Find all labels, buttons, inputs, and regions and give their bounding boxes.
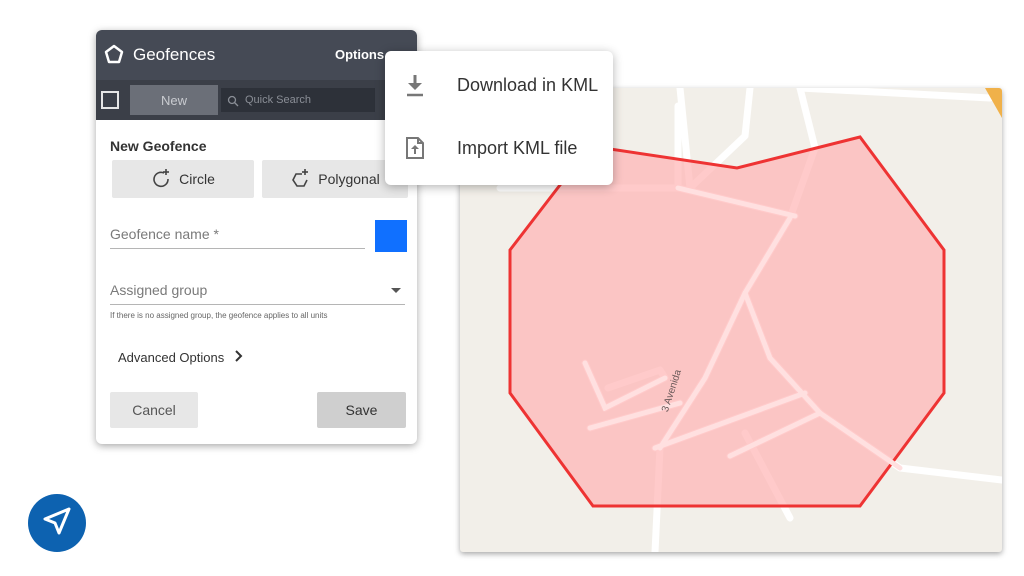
panel-header: Geofences Options bbox=[96, 30, 417, 80]
import-kml-label: Import KML file bbox=[457, 137, 578, 158]
options-menu: Download in KML Import KML file bbox=[385, 51, 613, 185]
select-all-checkbox[interactable] bbox=[101, 91, 119, 109]
circle-add-icon bbox=[151, 168, 179, 191]
assigned-group-select[interactable]: Assigned group bbox=[110, 282, 405, 305]
download-icon bbox=[403, 73, 427, 97]
color-picker[interactable] bbox=[375, 220, 407, 252]
navigation-arrow-icon bbox=[41, 505, 73, 542]
section-title: New Geofence bbox=[110, 138, 207, 154]
geofences-panel: Geofences Options New Quick Search New G… bbox=[96, 30, 417, 444]
group-hint: If there is no assigned group, the geofe… bbox=[110, 311, 328, 320]
pentagon-icon bbox=[104, 44, 124, 69]
circle-button[interactable]: Circle bbox=[112, 160, 254, 198]
file-upload-icon bbox=[403, 136, 427, 160]
map-marker-icon bbox=[985, 88, 1002, 118]
search-icon bbox=[227, 94, 239, 107]
navigation-badge bbox=[28, 494, 86, 552]
new-button[interactable]: New bbox=[130, 85, 218, 115]
advanced-options-toggle[interactable]: Advanced Options bbox=[118, 350, 244, 365]
panel-title: Geofences bbox=[133, 45, 216, 64]
polygonal-label: Polygonal bbox=[318, 171, 380, 187]
download-kml-label: Download in KML bbox=[457, 74, 599, 95]
geofence-name-field[interactable]: Geofence name * bbox=[110, 226, 365, 249]
search-input[interactable]: Quick Search bbox=[221, 88, 375, 112]
assigned-group-placeholder: Assigned group bbox=[110, 282, 208, 298]
menu-item-import-kml[interactable]: Import KML file bbox=[385, 120, 613, 176]
menu-item-download-kml[interactable]: Download in KML bbox=[385, 57, 613, 113]
save-button[interactable]: Save bbox=[317, 392, 406, 428]
search-placeholder: Quick Search bbox=[245, 94, 312, 106]
advanced-options-label: Advanced Options bbox=[118, 350, 225, 365]
chevron-right-icon bbox=[224, 350, 244, 365]
chevron-down-icon bbox=[391, 288, 401, 293]
cancel-button[interactable]: Cancel bbox=[110, 392, 198, 428]
polygon-add-icon bbox=[290, 168, 318, 191]
panel-toolbar: New Quick Search bbox=[96, 80, 417, 120]
options-button[interactable]: Options bbox=[335, 47, 384, 62]
circle-label: Circle bbox=[179, 171, 215, 187]
